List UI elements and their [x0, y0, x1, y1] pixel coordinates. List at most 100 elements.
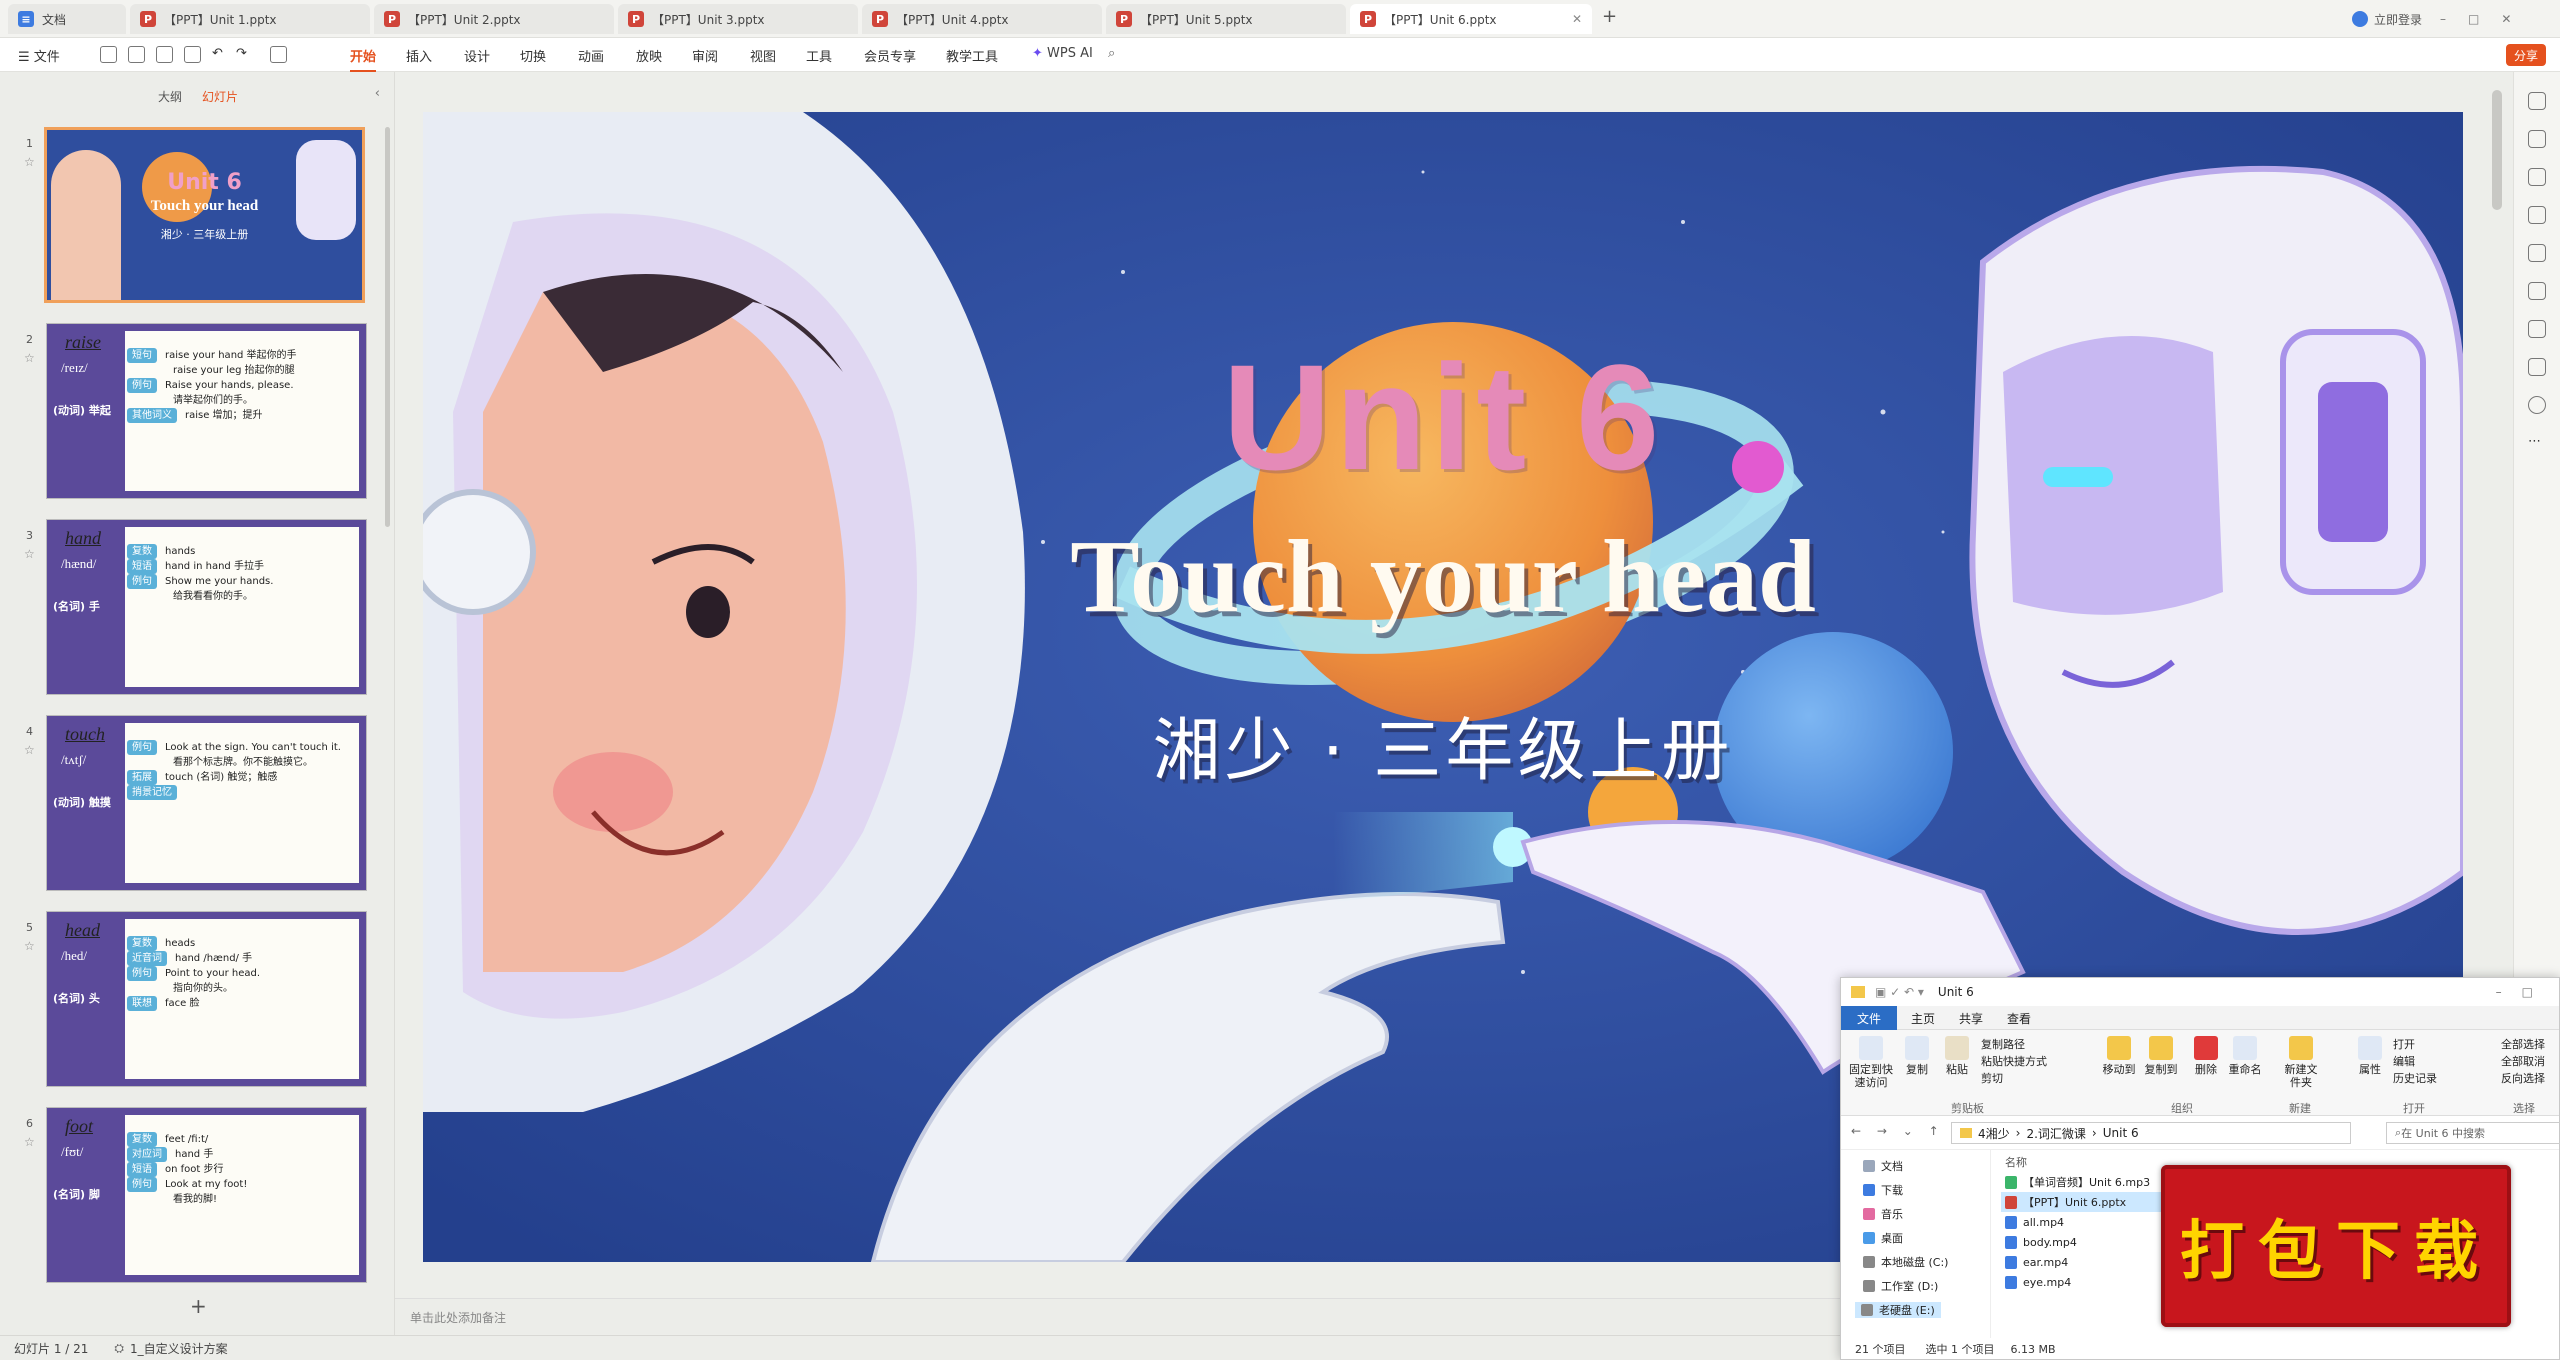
copy-path-button[interactable]: 复制路径	[1981, 1036, 2047, 1053]
cut-button[interactable]: 剪切	[1981, 1070, 2047, 1087]
select-none-button[interactable]: 全部取消	[2501, 1053, 2545, 1070]
slide-thumbnail[interactable]: raise/reɪz/ (动词) 举起 短句 raise your hand 举起你的…	[46, 323, 367, 499]
slide-thumbnail[interactable]: touch/tʌtʃ/ (动词) 触摸 例句 Look at the sign. Yo…	[46, 715, 367, 891]
delete-button[interactable]: 删除	[2191, 1036, 2221, 1076]
settings-icon[interactable]	[2528, 92, 2546, 110]
star-icon[interactable]: ☆	[24, 1135, 35, 1149]
window-controls[interactable]: –□✕	[2440, 8, 2533, 30]
download-package-stamp[interactable]: 打包下载	[2161, 1165, 2511, 1327]
slide-title-sub[interactable]: Touch your head	[423, 522, 2463, 632]
tab-unit2[interactable]: P 【PPT】Unit 2.pptx	[374, 4, 614, 34]
properties-button[interactable]: 属性	[2355, 1036, 2385, 1076]
more-icon[interactable]: ⋯	[2528, 434, 2546, 452]
tab-docs[interactable]: ≡ 文档	[8, 4, 126, 34]
copy-icon[interactable]	[2528, 206, 2546, 224]
tab-unit3[interactable]: P 【PPT】Unit 3.pptx	[618, 4, 858, 34]
image-icon[interactable]	[2528, 244, 2546, 262]
preview-icon[interactable]	[184, 46, 201, 63]
save-icon[interactable]	[100, 46, 117, 63]
star-icon[interactable]: ☆	[24, 155, 35, 169]
copy-button[interactable]: 复制	[1899, 1036, 1935, 1076]
new-tab-button[interactable]: +	[1602, 6, 1617, 27]
tab-unit5[interactable]: P 【PPT】Unit 5.pptx	[1106, 4, 1346, 34]
nav-item[interactable]: 下载	[1863, 1182, 1903, 1198]
nav-item[interactable]: 音乐	[1863, 1206, 1903, 1222]
nav-item[interactable]: 桌面	[1863, 1230, 1903, 1246]
print-icon[interactable]	[156, 46, 173, 63]
explorer-window-controls[interactable]: –□	[2496, 985, 2553, 999]
menu-wps-ai[interactable]: ✦ WPS AI	[1032, 46, 1093, 61]
paste-button[interactable]: 粘贴	[1939, 1036, 1975, 1076]
edit-button[interactable]: 编辑	[2393, 1053, 2437, 1070]
notes-area[interactable]: 单击此处添加备注	[395, 1298, 1855, 1334]
history-button[interactable]: 历史记录	[2393, 1070, 2437, 1087]
explorer-tab-share[interactable]: 共享	[1959, 1010, 1983, 1027]
address-bar[interactable]: 4湘少 › 2.词汇微课 › Unit 6	[1951, 1122, 2351, 1144]
menu-slideshow[interactable]: 放映	[636, 46, 662, 65]
tab-unit1[interactable]: P 【PPT】Unit 1.pptx	[130, 4, 370, 34]
slide-thumbnail[interactable]: hand/hænd/ (名词) 手 复数 hands 短语 hand in hand 手拉…	[46, 519, 367, 695]
pin-button[interactable]: 固定到快速访问	[1847, 1036, 1895, 1089]
slide-title-unit[interactable]: Unit 6	[423, 342, 2463, 492]
tab-outline[interactable]: 大纲	[158, 90, 182, 104]
explorer-tab-home[interactable]: 主页	[1911, 1010, 1935, 1027]
nav-item[interactable]: 老硬盘 (E:)	[1855, 1302, 1941, 1318]
menu-view[interactable]: 视图	[750, 46, 776, 65]
menu-transition[interactable]: 切换	[520, 46, 546, 65]
close-icon[interactable]: ✕	[1572, 12, 1582, 26]
explorer-search[interactable]: ⌕ 在 Unit 6 中搜索	[2386, 1122, 2560, 1144]
slide-scrollbar[interactable]	[2492, 90, 2502, 210]
invert-selection-button[interactable]: 反向选择	[2501, 1070, 2545, 1087]
column-name[interactable]: 名称	[2005, 1154, 2027, 1170]
menu-review[interactable]: 审阅	[692, 46, 718, 65]
file-row[interactable]: eye.mp4	[2001, 1272, 2171, 1292]
file-row[interactable]: 【单词音频】Unit 6.mp3	[2001, 1172, 2171, 1192]
menu-file[interactable]: ☰ 文件	[18, 46, 60, 65]
new-folder-button[interactable]: 新建文件夹	[2281, 1036, 2321, 1089]
nav-item[interactable]: 本地磁盘 (C:)	[1863, 1254, 1948, 1270]
search-icon[interactable]: ⌕	[1108, 46, 1115, 61]
theme-name[interactable]: 1_自定义设计方案	[130, 1340, 228, 1357]
menu-insert[interactable]: 插入	[406, 46, 432, 65]
cursor-icon[interactable]	[2528, 130, 2546, 148]
select-all-button[interactable]: 全部选择	[2501, 1036, 2545, 1053]
move-to-button[interactable]: 移动到	[2099, 1036, 2139, 1076]
quick-access-icons[interactable]: ▣ ✓ ↶ ▾	[1875, 985, 1924, 999]
menu-design[interactable]: 设计	[464, 46, 490, 65]
rename-button[interactable]: 重命名	[2225, 1036, 2265, 1076]
file-row[interactable]: body.mp4	[2001, 1232, 2171, 1252]
paste-shortcut-button[interactable]: 粘贴快捷方式	[1981, 1053, 2047, 1070]
file-row[interactable]: ear.mp4	[2001, 1252, 2171, 1272]
copy-to-button[interactable]: 复制到	[2141, 1036, 2181, 1076]
collapse-icon[interactable]: ‹	[375, 86, 380, 101]
add-slide-button[interactable]: +	[190, 1294, 207, 1318]
open-button[interactable]: 打开	[2393, 1036, 2437, 1053]
menu-animation[interactable]: 动画	[578, 46, 604, 65]
tab-slides[interactable]: 幻灯片	[202, 90, 238, 104]
file-row[interactable]: all.mp4	[2001, 1212, 2171, 1232]
star-icon[interactable]: ☆	[24, 743, 35, 757]
avatar[interactable]: 立即登录	[2352, 8, 2422, 30]
tab-unit6[interactable]: P 【PPT】Unit 6.pptx ✕	[1350, 4, 1592, 34]
nav-arrows-icon[interactable]: ← → ⌄ ↑	[1851, 1124, 1945, 1138]
menu-home[interactable]: 开始	[350, 46, 377, 72]
file-row[interactable]: 【PPT】Unit 6.pptx	[2001, 1192, 2171, 1212]
nav-item[interactable]: 工作室 (D:)	[1863, 1278, 1938, 1294]
slide-thumbnail[interactable]: head/hed/ (名词) 头 复数 heads 近音词 hand /hænd/ 手例句…	[46, 911, 367, 1087]
undo-icon[interactable]: ↶	[212, 46, 229, 63]
star-icon[interactable]	[2528, 168, 2546, 186]
redo-icon[interactable]: ↷	[236, 46, 253, 63]
explorer-tab-view[interactable]: 查看	[2007, 1010, 2031, 1027]
star-icon[interactable]: ☆	[24, 939, 35, 953]
star-icon[interactable]: ☆	[24, 351, 35, 365]
slide-thumbnail[interactable]: foot/fʊt/ (名词) 脚 复数 feet /fi:t/对应词 hand 手短语 o…	[46, 1107, 367, 1283]
animation-icon[interactable]	[2528, 282, 2546, 300]
format-icon[interactable]	[270, 46, 287, 63]
menu-tools[interactable]: 工具	[806, 46, 832, 65]
star-icon[interactable]: ☆	[24, 547, 35, 561]
export-icon[interactable]	[128, 46, 145, 63]
help-icon[interactable]	[2528, 396, 2546, 414]
slide-grade[interactable]: 湘少 · 三年级上册	[423, 712, 2463, 792]
menu-teaching[interactable]: 教学工具	[946, 46, 998, 65]
slide-thumbnail[interactable]: Unit 6 Touch your head 湘少 · 三年级上册	[44, 127, 365, 303]
